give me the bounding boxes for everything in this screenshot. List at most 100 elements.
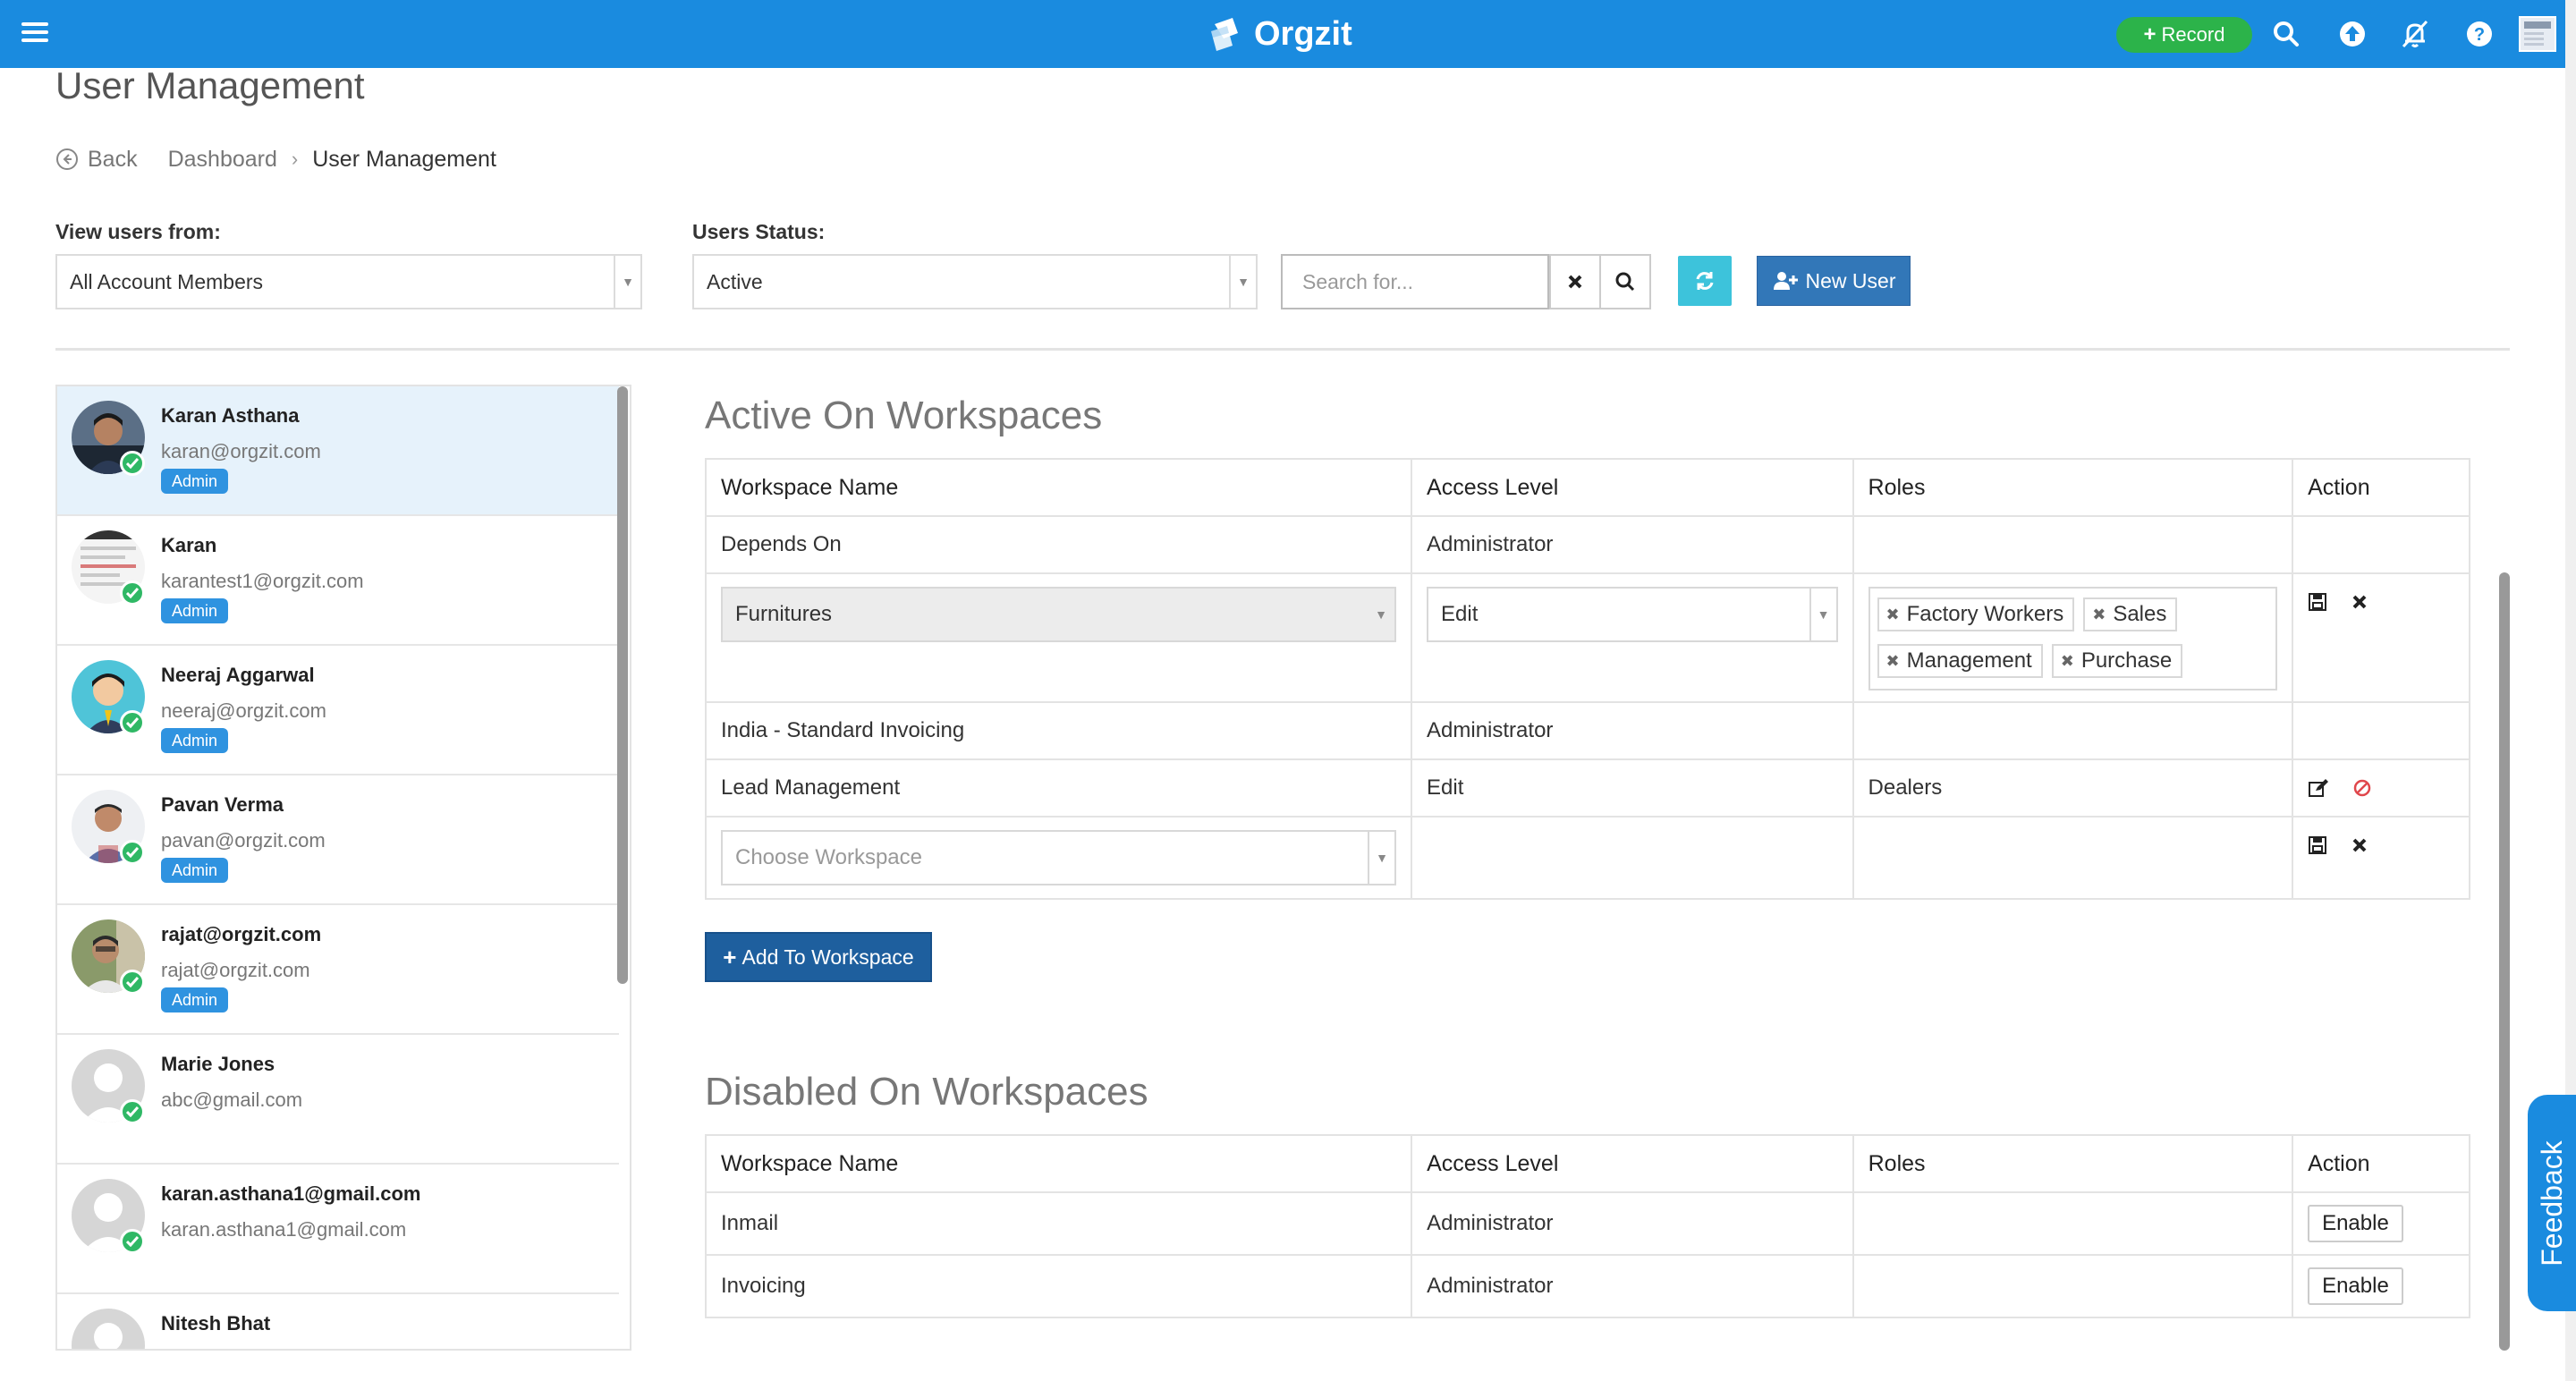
access-cell: Edit: [1411, 758, 1854, 818]
search-input[interactable]: [1281, 254, 1549, 309]
remove-tag-icon[interactable]: ✖: [2092, 606, 2106, 624]
user-avatar[interactable]: [2519, 16, 2556, 52]
active-workspaces-title: Active On Workspaces: [705, 394, 1103, 437]
workspace-select[interactable]: Furnitures ▼: [721, 587, 1397, 642]
record-button[interactable]: + Record: [2116, 17, 2252, 53]
chevron-right-icon: ›: [291, 148, 299, 170]
back-arrow-icon[interactable]: [55, 148, 79, 171]
divider: [55, 348, 2510, 351]
user-list-item[interactable]: Neeraj Aggarwal neeraj@orgzit.com Admin: [57, 646, 619, 775]
user-list-item[interactable]: Pavan Verma pavan@orgzit.com Admin: [57, 775, 619, 905]
brand[interactable]: Orgzit: [1208, 9, 1352, 59]
user-email: neeraj@orgzit.com: [161, 699, 326, 722]
refresh-button[interactable]: [1678, 256, 1732, 306]
verified-check-icon: [120, 970, 145, 995]
add-to-workspace-label: Add To Workspace: [741, 945, 914, 969]
remove-tag-icon[interactable]: ✖: [1886, 652, 1900, 671]
save-icon[interactable]: [2308, 592, 2327, 612]
feedback-tab[interactable]: Feedback: [2528, 1095, 2576, 1311]
col-action: Action: [2292, 1134, 2470, 1193]
role-badge: Admin: [161, 598, 229, 623]
choose-workspace-select[interactable]: Choose Workspace ▼: [721, 830, 1397, 885]
notifications-off-icon[interactable]: [2399, 18, 2431, 50]
enable-button[interactable]: Enable: [2308, 1205, 2403, 1242]
cancel-icon[interactable]: [2351, 836, 2368, 854]
disable-icon[interactable]: [2352, 778, 2372, 798]
orgzit-logo-icon: [1211, 18, 1238, 51]
role-badge: Admin: [161, 469, 229, 494]
disabled-workspaces-table: Workspace Name Access Level Roles Action…: [704, 1134, 2470, 1318]
back-link[interactable]: Back: [88, 147, 138, 173]
verified-check-icon: [120, 451, 145, 476]
user-name: rajat@orgzit.com: [161, 923, 322, 945]
user-list-item[interactable]: Marie Jones abc@gmail.com: [57, 1035, 619, 1165]
remove-tag-icon[interactable]: ✖: [1886, 606, 1900, 624]
user-email: abc@gmail.com: [161, 1089, 303, 1111]
workspace-cell: Depends On: [704, 515, 1413, 574]
role-tag: ✖ Management: [1877, 644, 2043, 678]
role-badge: Admin: [161, 858, 229, 883]
verified-check-icon: [120, 1099, 145, 1124]
user-list-item[interactable]: Karan Asthana karan@orgzit.com Admin: [57, 386, 619, 516]
svg-text:?: ?: [2474, 25, 2485, 45]
users-status-label: Users Status:: [692, 220, 826, 243]
roles-multiselect[interactable]: ✖ Factory Workers ✖ Sales ✖ Management ✖ Pur…: [1868, 587, 2278, 690]
table-header-row: Workspace Name Access Level Roles Action: [704, 1134, 2470, 1193]
role-tag-label: Factory Workers: [1906, 602, 2064, 626]
search-icon[interactable]: [2270, 18, 2302, 50]
access-level-select[interactable]: Edit ▼: [1427, 587, 1838, 642]
action-cell: [2292, 758, 2470, 818]
user-list-item[interactable]: Karan karantest1@orgzit.com Admin: [57, 516, 619, 646]
page-title: User Management: [55, 64, 365, 106]
action-cell: Enable: [2292, 1191, 2470, 1256]
user-email: karan@orgzit.com: [161, 440, 321, 462]
access-cell: Administrator: [1411, 1191, 1854, 1256]
view-users-select[interactable]: All Account Members ▼: [55, 254, 642, 309]
user-list-scrollbar[interactable]: [617, 386, 628, 984]
access-cell: Administrator: [1411, 1254, 1854, 1318]
plus-icon: +: [2143, 22, 2157, 47]
enable-button[interactable]: Enable: [2308, 1267, 2403, 1305]
feedback-label: Feedback: [2535, 1140, 2568, 1267]
col-workspace-name: Workspace Name: [704, 1134, 1413, 1193]
table-row: India - Standard Invoicing Administrator: [704, 701, 2470, 760]
workspace-cell: Invoicing: [704, 1254, 1413, 1318]
roles-cell: [1852, 1254, 2294, 1318]
action-cell: [2292, 816, 2470, 900]
action-cell: [2292, 515, 2470, 574]
save-icon[interactable]: [2308, 835, 2327, 855]
remove-tag-icon[interactable]: ✖: [2061, 652, 2074, 671]
upload-icon[interactable]: [2336, 18, 2368, 50]
table-row: Inmail Administrator Enable: [704, 1191, 2470, 1256]
table-row: Lead Management Edit Dealers: [704, 758, 2470, 818]
edit-icon[interactable]: [2308, 778, 2329, 798]
verified-check-icon: [120, 840, 145, 865]
user-name: Karan: [161, 534, 217, 556]
search-button[interactable]: [1599, 254, 1651, 309]
user-email: karan.asthana1@gmail.com: [161, 1218, 407, 1241]
breadcrumb-dashboard[interactable]: Dashboard: [168, 147, 277, 173]
user-list-item[interactable]: karan.asthana1@gmail.com karan.asthana1@…: [57, 1165, 619, 1294]
help-icon[interactable]: ?: [2463, 18, 2496, 50]
cancel-icon[interactable]: [2351, 593, 2368, 611]
user-name: Marie Jones: [161, 1053, 275, 1075]
role-tag: ✖ Purchase: [2051, 644, 2183, 678]
disabled-workspaces-title: Disabled On Workspaces: [705, 1070, 1148, 1114]
role-tag-label: Management: [1906, 648, 2032, 673]
verified-check-icon: [120, 710, 145, 735]
content-scrollbar[interactable]: [2499, 572, 2510, 1351]
add-to-workspace-button[interactable]: + Add To Workspace: [705, 932, 932, 982]
user-name: Nitesh Bhat: [161, 1312, 271, 1334]
hamburger-icon[interactable]: [21, 18, 48, 48]
action-cell: [2292, 701, 2470, 760]
users-status-select[interactable]: Active ▼: [692, 254, 1258, 309]
user-list: Karan Asthana karan@orgzit.com Admin Kar…: [55, 385, 631, 1351]
brand-name: Orgzit: [1254, 14, 1352, 53]
new-user-button[interactable]: New User: [1757, 256, 1911, 306]
col-access-level: Access Level: [1411, 1134, 1854, 1193]
plus-icon: +: [723, 943, 737, 970]
user-list-item[interactable]: rajat@orgzit.com rajat@orgzit.com Admin: [57, 905, 619, 1035]
clear-search-button[interactable]: [1549, 254, 1601, 309]
col-roles: Roles: [1852, 1134, 2294, 1193]
user-list-item[interactable]: Nitesh Bhat: [57, 1294, 619, 1349]
